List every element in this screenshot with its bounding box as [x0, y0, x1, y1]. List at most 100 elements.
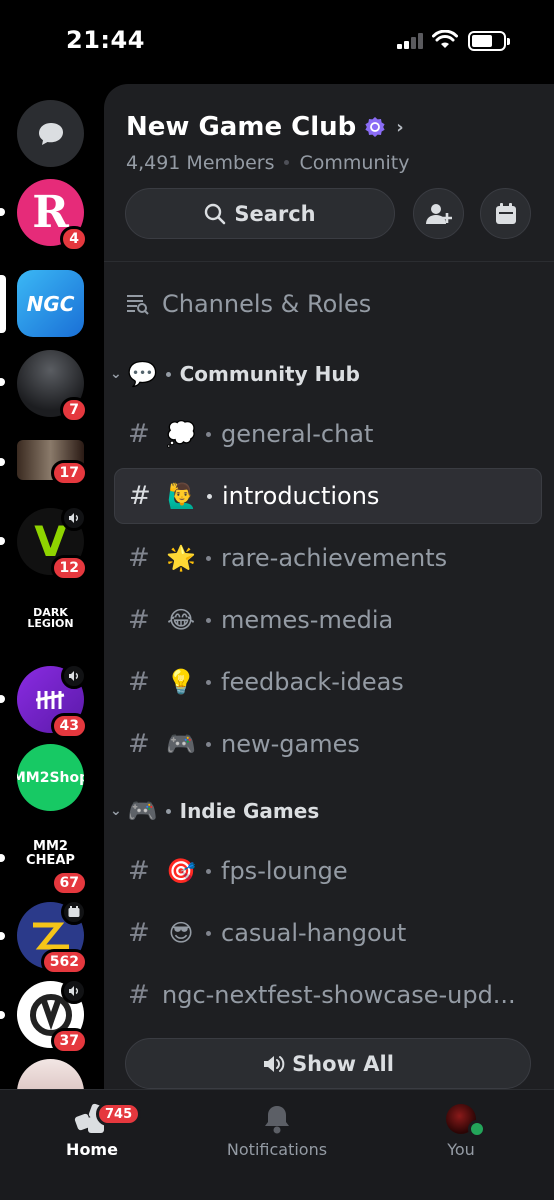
server-icon-r[interactable]: R 4 [17, 179, 88, 252]
chat-bubble-icon [38, 122, 63, 145]
channels-roles-row[interactable]: Channels & Roles [126, 290, 371, 318]
speaker-icon [264, 1055, 285, 1072]
channel-emoji: 🎮 [166, 730, 196, 758]
category-emoji: 🎮 [127, 797, 158, 825]
channels-roles-label: Channels & Roles [162, 290, 372, 318]
hash-icon: # [128, 918, 150, 948]
voice-active-icon [61, 505, 87, 531]
add-user-icon [425, 203, 452, 224]
show-all-label: Show All [292, 1051, 394, 1076]
server-logo-text: MM2Shop [17, 769, 84, 786]
online-status-icon [468, 1120, 486, 1138]
category-header[interactable]: ⌄ 💬 Community Hub [110, 360, 360, 388]
channel-item[interactable]: # 🌟 rare-achievements [114, 530, 542, 586]
tab-notifications[interactable]: Notifications [207, 1102, 347, 1159]
bell-icon [265, 1106, 289, 1134]
mention-badge: 7 [60, 397, 88, 423]
hash-icon: # [128, 856, 150, 886]
battery-icon [468, 31, 510, 51]
header-divider [104, 261, 554, 262]
server-logo-text: DARK LEGION [27, 606, 74, 630]
status-bar: 21:44 [0, 0, 554, 84]
mention-badge: 12 [50, 555, 88, 581]
channel-item[interactable]: # ngc-nextfest-showcase-upd... [114, 967, 542, 1023]
server-icon-mm2cheap[interactable]: MM2 CHEAP 67 [17, 834, 88, 896]
channel-name: introductions [222, 482, 380, 510]
server-header[interactable]: New Game Club › [126, 112, 404, 142]
status-time: 21:44 [66, 26, 145, 54]
server-icon-v[interactable]: V 12 [17, 505, 88, 581]
channel-name: casual-hangout [221, 919, 407, 947]
hash-icon: # [128, 419, 150, 449]
chevron-down-icon: ⌄ [110, 366, 122, 382]
server-icon-mm2shop[interactable]: MM2Shop [17, 744, 84, 811]
server-icon-ngc[interactable]: NGC [17, 270, 84, 337]
server-type: Community [299, 152, 410, 174]
channel-name: feedback-ideas [221, 668, 404, 696]
channel-item[interactable]: # 🎮 new-games [114, 716, 542, 772]
member-count: 4,491 Members [126, 152, 275, 174]
channel-emoji: 🙋‍♂️ [167, 482, 197, 510]
channel-item[interactable]: # 🎯 fps-lounge [114, 843, 542, 899]
channel-panel: New Game Club › 4,491 Members Community S… [104, 84, 554, 1089]
channel-item[interactable]: # 💡 feedback-ideas [114, 654, 542, 710]
server-icon-horror[interactable]: 17 [17, 440, 88, 486]
tab-you[interactable]: You [391, 1102, 531, 1159]
community-badge-icon [365, 117, 385, 137]
channel-item[interactable]: # 💭 general-chat [114, 406, 542, 462]
events-button[interactable] [480, 188, 531, 239]
tab-home[interactable]: 745 Home [22, 1102, 162, 1159]
mention-badge: 67 [50, 870, 88, 896]
unread-indicator [0, 932, 5, 940]
unread-indicator [0, 1011, 5, 1019]
channel-name: memes-media [221, 606, 394, 634]
server-icon-dark[interactable]: 7 [17, 350, 88, 423]
mention-badge: 562 [40, 949, 88, 975]
bottom-tab-bar: 745 Home Notifications You [0, 1089, 554, 1200]
server-icon-zn[interactable]: 562 [17, 899, 88, 975]
unread-indicator [0, 854, 5, 862]
channel-emoji: 😂 [166, 606, 196, 634]
show-all-button[interactable]: Show All [125, 1038, 531, 1089]
channel-item-active[interactable]: # 🙋‍♂️ introductions [114, 468, 542, 524]
server-icon-dark-legion[interactable]: DARK LEGION [17, 598, 84, 638]
channel-name: rare-achievements [221, 544, 448, 572]
wifi-icon [432, 30, 458, 48]
chevron-right-icon: › [396, 116, 404, 138]
search-icon [205, 203, 226, 224]
channel-emoji: 💡 [166, 668, 196, 696]
unread-indicator [0, 458, 5, 466]
category-name: Community Hub [179, 362, 360, 386]
invite-button[interactable] [413, 188, 464, 239]
channel-name: ngc-nextfest-showcase-upd... [162, 981, 516, 1009]
server-icon-dbd[interactable]: 43 [17, 663, 88, 739]
server-icon-partial[interactable] [17, 1059, 84, 1089]
channel-item[interactable]: # 😎 casual-hangout [114, 905, 542, 961]
unread-indicator [0, 537, 5, 545]
unread-indicator [0, 695, 5, 703]
channel-emoji: 🌟 [166, 544, 196, 572]
tab-notifications-label: Notifications [226, 1140, 328, 1159]
channel-item[interactable]: # 😂 memes-media [114, 592, 542, 648]
voice-active-icon [61, 663, 87, 689]
hash-icon: # [128, 667, 150, 697]
voice-active-icon [61, 978, 87, 1004]
home-badge: 745 [96, 1102, 142, 1126]
channel-browse-icon [127, 295, 149, 315]
server-name: New Game Club [126, 112, 357, 142]
tab-you-label: You [447, 1140, 475, 1159]
calendar-icon [495, 202, 516, 224]
search-button[interactable]: Search [125, 188, 395, 239]
event-icon [61, 899, 87, 925]
direct-messages-button[interactable] [17, 100, 84, 167]
hash-icon: # [128, 729, 150, 759]
mention-badge: 43 [50, 713, 88, 739]
mention-badge: 4 [60, 226, 88, 252]
hash-icon: # [128, 605, 150, 635]
channel-emoji: 😎 [168, 919, 194, 947]
channel-name: fps-lounge [221, 857, 348, 885]
server-logo-text: NGC [26, 291, 75, 316]
server-icon-overwatch[interactable]: 37 [17, 978, 88, 1054]
chevron-down-icon: ⌄ [110, 803, 122, 819]
category-header[interactable]: ⌄ 🎮 Indie Games [110, 797, 319, 825]
